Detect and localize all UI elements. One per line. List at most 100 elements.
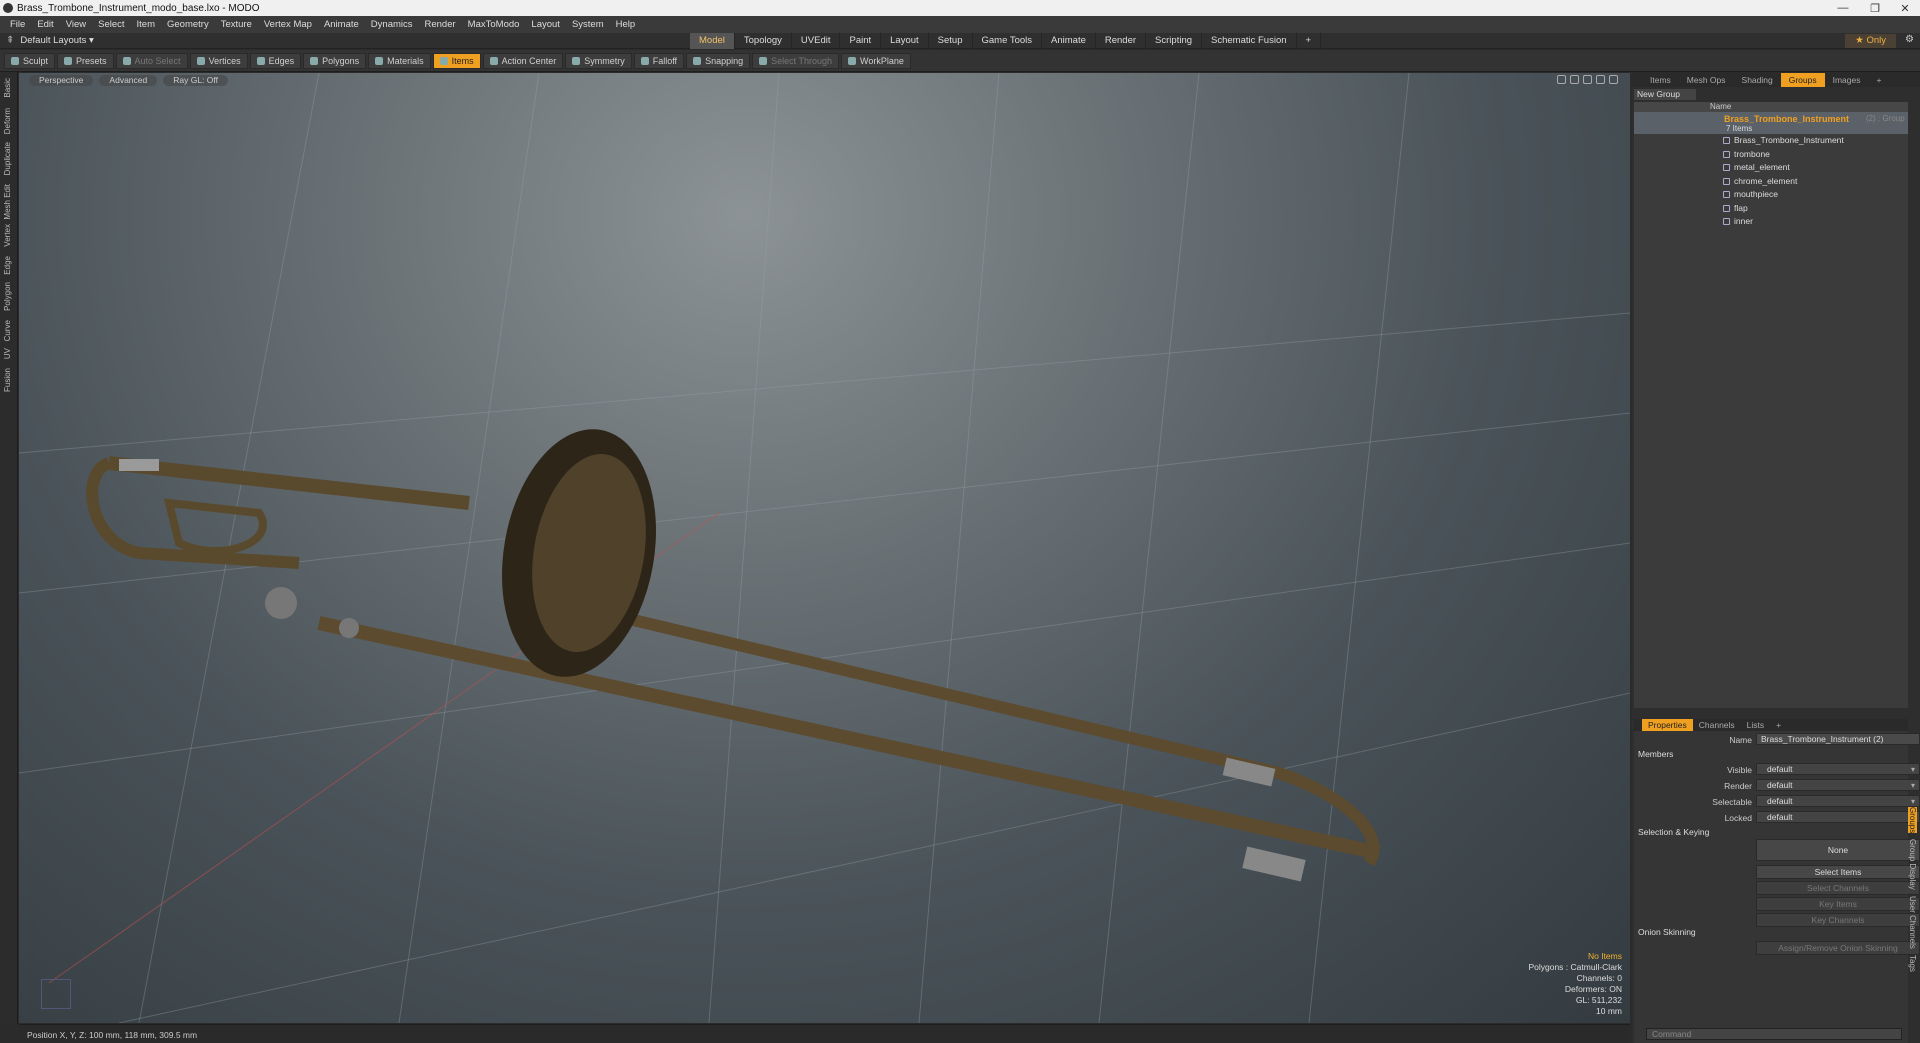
falloff-button[interactable]: Falloff (633, 52, 685, 69)
workplane-button[interactable]: WorkPlane (840, 52, 911, 69)
perspective-button[interactable]: Perspective (29, 74, 94, 86)
viewport-gear-icon[interactable] (1609, 75, 1618, 84)
tree-item-brass-trombone[interactable]: Brass_Trombone_Instrument (1634, 134, 1908, 148)
menu-maxtomodo[interactable]: MaxToModo (462, 19, 526, 30)
tree-item-mouthpiece[interactable]: mouthpiece (1634, 188, 1908, 202)
tab-edge[interactable]: Edge (3, 256, 15, 275)
none-selector[interactable]: None (1756, 839, 1920, 861)
add-property-tab[interactable]: + (1770, 719, 1787, 731)
tab-layout[interactable]: Layout (881, 33, 929, 49)
tab-images[interactable]: Images (1825, 73, 1869, 87)
tab-setup[interactable]: Setup (929, 33, 973, 49)
key-items-button[interactable]: Key Items (1756, 897, 1920, 911)
tab-mesh-edit[interactable]: Mesh Edit (3, 184, 15, 220)
only-toggle[interactable]: ★ Only (1845, 34, 1896, 48)
tab-animate[interactable]: Animate (1042, 33, 1096, 49)
tree-item-chrome-element[interactable]: chrome_element (1634, 175, 1908, 189)
tab-fusion[interactable]: Fusion (3, 368, 15, 392)
select-items-button[interactable]: Select Items (1756, 865, 1920, 879)
tab-deform[interactable]: Deform (3, 108, 15, 134)
command-input[interactable]: Command (1646, 1028, 1902, 1040)
selectable-dropdown[interactable]: default (1756, 795, 1920, 807)
snapping-button[interactable]: Snapping (686, 52, 751, 69)
menu-vertex-map[interactable]: Vertex Map (258, 19, 318, 30)
rotate-view-icon[interactable] (1570, 75, 1579, 84)
tab-lists[interactable]: Lists (1741, 719, 1770, 731)
new-group-button[interactable]: New Group (1634, 89, 1696, 100)
tab-paint[interactable]: Paint (840, 33, 882, 49)
tab-mesh-ops[interactable]: Mesh Ops (1679, 73, 1734, 87)
group-row[interactable]: Brass_Trombone_Instrument (2) : Group 7 … (1634, 112, 1908, 134)
tab-vertex[interactable]: Vertex (3, 224, 15, 247)
move-view-icon[interactable] (1557, 75, 1566, 84)
visible-dropdown[interactable]: default (1756, 763, 1920, 775)
action-center-button[interactable]: Action Center (482, 52, 564, 69)
edges-button[interactable]: Edges (249, 52, 302, 69)
tab-game-tools[interactable]: Game Tools (973, 33, 1043, 49)
paint-icon[interactable] (1596, 75, 1605, 84)
menu-system[interactable]: System (566, 19, 610, 30)
name-field[interactable]: Brass_Trombone_Instrument (2) (1756, 733, 1920, 745)
side-tab-groups[interactable]: Groups (1908, 807, 1917, 834)
tab-groups[interactable]: Groups (1780, 73, 1825, 87)
auto-select-button[interactable]: Auto Select (115, 52, 188, 69)
maximize-icon[interactable]: ❐ (1860, 0, 1890, 16)
add-scene-tab[interactable]: + (1868, 73, 1889, 87)
add-tab-button[interactable]: + (1297, 33, 1322, 49)
presets-button[interactable]: Presets (57, 52, 114, 69)
tab-shading[interactable]: Shading (1734, 73, 1781, 87)
locked-dropdown[interactable]: default (1756, 811, 1920, 823)
side-tab-tags[interactable]: Tags (1908, 955, 1917, 972)
menu-file[interactable]: File (4, 19, 31, 30)
tab-curve[interactable]: Curve (3, 320, 15, 341)
menu-dynamics[interactable]: Dynamics (365, 19, 419, 30)
gear-icon[interactable]: ⚙ (1905, 34, 1914, 45)
symmetry-button[interactable]: Symmetry (565, 52, 632, 69)
advanced-button[interactable]: Advanced (99, 74, 158, 86)
menu-select[interactable]: Select (92, 19, 130, 30)
tab-duplicate[interactable]: Duplicate (3, 142, 15, 175)
render-dropdown[interactable]: default (1756, 779, 1920, 791)
select-channels-button[interactable]: Select Channels (1756, 881, 1920, 895)
tree-item-inner[interactable]: inner (1634, 215, 1908, 229)
tab-uv[interactable]: UV (3, 348, 15, 359)
tab-basic[interactable]: Basic (3, 78, 15, 98)
tree-item-flap[interactable]: flap (1634, 202, 1908, 216)
tab-scripting[interactable]: Scripting (1146, 33, 1203, 49)
tab-render[interactable]: Render (1096, 33, 1147, 49)
tab-channels[interactable]: Channels (1693, 719, 1741, 731)
menu-help[interactable]: Help (610, 19, 642, 30)
tab-schematic-fusion[interactable]: Schematic Fusion (1202, 33, 1297, 49)
menu-geometry[interactable]: Geometry (161, 19, 215, 30)
menu-animate[interactable]: Animate (318, 19, 365, 30)
menu-layout[interactable]: Layout (525, 19, 566, 30)
ray-gl-button[interactable]: Ray GL: Off (163, 74, 228, 86)
onion-skinning-button[interactable]: Assign/Remove Onion Skinning (1756, 941, 1920, 955)
select-through-button[interactable]: Select Through (752, 52, 839, 69)
vertices-button[interactable]: Vertices (189, 52, 248, 69)
sculpt-button[interactable]: Sculpt (4, 52, 56, 69)
menu-view[interactable]: View (60, 19, 92, 30)
menu-edit[interactable]: Edit (31, 19, 59, 30)
menu-render[interactable]: Render (419, 19, 462, 30)
tab-uvedit[interactable]: UVEdit (792, 33, 841, 49)
selection-keying-section[interactable]: Selection & Keying (1638, 827, 1709, 837)
tree-item-metal-element[interactable]: metal_element (1634, 161, 1908, 175)
tab-topology[interactable]: Topology (735, 33, 792, 49)
materials-button[interactable]: Materials (368, 52, 431, 69)
minimize-icon[interactable]: — (1828, 0, 1858, 16)
tab-items[interactable]: Items (1642, 73, 1679, 87)
default-layouts-dropdown[interactable]: Default Layouts ▾ (20, 35, 93, 46)
side-tab-group-display[interactable]: Group Display (1908, 839, 1917, 890)
pin-icon[interactable]: ⇞ (6, 35, 14, 46)
onion-skinning-section[interactable]: Onion Skinning (1638, 927, 1696, 937)
tab-polygon[interactable]: Polygon (3, 282, 15, 311)
zoom-view-icon[interactable] (1583, 75, 1592, 84)
menu-item[interactable]: Item (131, 19, 161, 30)
menu-texture[interactable]: Texture (215, 19, 258, 30)
side-tab-user-channels[interactable]: User Channels (1908, 896, 1917, 949)
3d-viewport[interactable]: Perspective Advanced Ray GL: Off No Item… (19, 73, 1630, 1023)
items-button[interactable]: Items (432, 52, 481, 69)
tab-model[interactable]: Model (690, 33, 735, 49)
members-section[interactable]: Members (1638, 749, 1673, 759)
